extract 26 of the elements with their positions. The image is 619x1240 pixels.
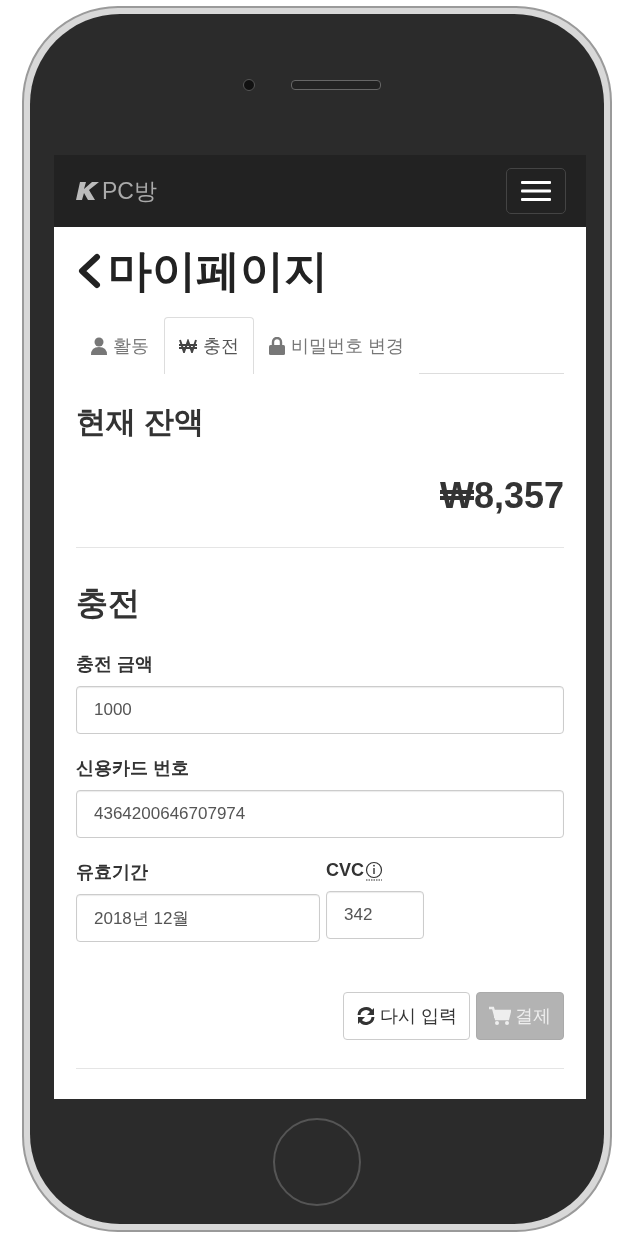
- balance-amount: ₩8,357: [438, 475, 564, 517]
- field-label: 신용카드 번호: [76, 757, 190, 780]
- field-label: CVC: [326, 860, 364, 881]
- back-chevron-icon[interactable]: [76, 253, 102, 289]
- camera-icon: [243, 78, 255, 91]
- charge-heading: 충전: [76, 584, 141, 623]
- lock-icon: [269, 337, 285, 355]
- amount-input[interactable]: 1000: [76, 686, 564, 734]
- menu-icon: [521, 181, 551, 201]
- tab[interactable]: 충전: [164, 317, 254, 374]
- expiry-input[interactable]: 2018년 12월: [76, 894, 320, 942]
- user-icon: [91, 337, 107, 355]
- page-title: 마이페이지: [108, 245, 328, 297]
- info-icon[interactable]: [365, 860, 383, 881]
- balance-heading: 현재 잔액: [76, 404, 206, 440]
- field-label: 유효기간: [76, 861, 149, 884]
- brand-name[interactable]: PC방: [102, 175, 157, 207]
- cart-icon: [489, 1006, 511, 1026]
- refresh-icon: [356, 1006, 376, 1026]
- cvc-input[interactable]: 342: [326, 891, 424, 939]
- field-label: 충전 금액: [76, 653, 154, 676]
- reset-button[interactable]: 다시 입력: [343, 992, 470, 1040]
- logo-icon: [76, 181, 100, 201]
- menu-button[interactable]: [506, 168, 566, 214]
- card-number-input[interactable]: 4364200646707974: [76, 790, 564, 838]
- won-icon: [179, 339, 197, 353]
